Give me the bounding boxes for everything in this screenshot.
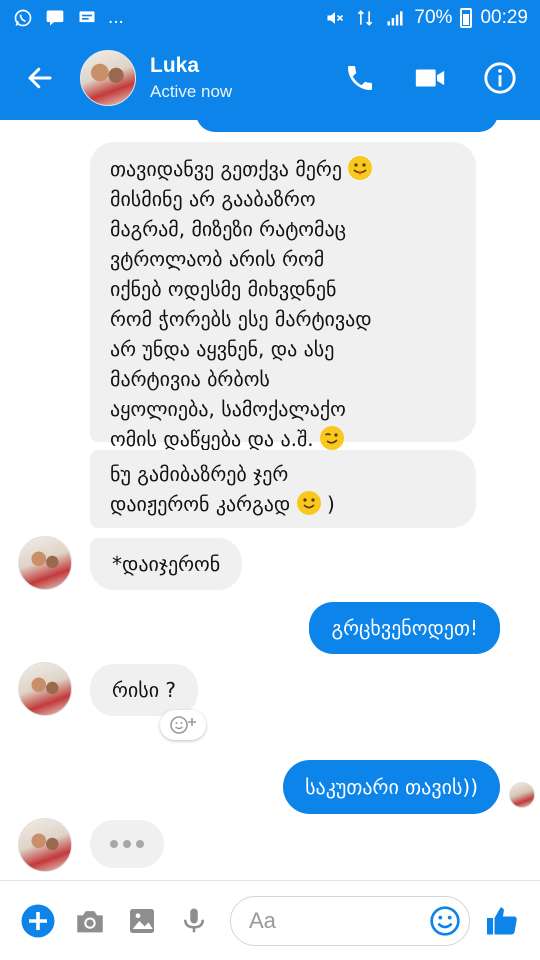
add-reaction-icon <box>170 716 196 734</box>
call-button[interactable] <box>340 58 380 98</box>
typing-dot <box>110 840 118 848</box>
image-icon <box>130 908 154 933</box>
message-tail-text: ) <box>326 492 335 516</box>
data-icon <box>358 10 373 26</box>
message-line: ვტროლაობ არის რომ <box>110 247 325 271</box>
video-call-button[interactable] <box>410 58 450 98</box>
smiley-icon <box>430 905 460 936</box>
message-bubble-incoming[interactable]: რისი ? <box>90 664 199 716</box>
thumbs-up-icon <box>487 907 517 934</box>
message-bubble-incoming[interactable]: ნუ გამიბაზრებ ჯერ დაიჟერონ კარგად ) <box>90 450 476 528</box>
microphone-icon <box>184 908 204 932</box>
notification-dots: ... <box>108 7 124 28</box>
gallery-button[interactable] <box>116 895 168 947</box>
seen-receipt-avatar <box>509 782 535 808</box>
clock: 00:29 <box>480 7 528 28</box>
whatsapp-icon <box>14 9 32 27</box>
arrow-back-icon <box>28 67 52 89</box>
mute-icon <box>327 12 344 24</box>
message-text: რისი ? <box>112 678 177 702</box>
contact-name: Luka <box>150 54 200 77</box>
message-bubble-outgoing-partial[interactable] <box>196 120 498 132</box>
message-input[interactable] <box>249 907 429 934</box>
battery-icon <box>460 8 473 28</box>
message-text: საკუთარი თავის)) <box>305 775 478 799</box>
message-bubble-outgoing[interactable]: გრცხვენოდეთ! <box>309 602 500 654</box>
signal-icon <box>387 11 403 26</box>
like-button[interactable] <box>476 895 528 947</box>
message-line: ომის დაწყება და ა.შ. <box>110 427 314 451</box>
typing-dot <box>136 840 144 848</box>
message-text: *დაიჯერონ <box>112 552 221 576</box>
message-line: დაიჟერონ კარგად <box>110 492 291 516</box>
add-reaction-button[interactable] <box>160 710 206 740</box>
battery-percent: 70% <box>414 7 453 28</box>
phone-icon <box>348 66 372 90</box>
message-line: აყოლიება, სამოქალაქო <box>110 397 346 421</box>
back-button[interactable] <box>0 36 80 120</box>
video-camera-icon <box>415 69 445 87</box>
status-bar: ... 70% 00:29 <box>0 0 540 36</box>
message-line: მარტივია ბრბოს <box>110 367 270 391</box>
message-line: მაგრამ, მიზეზი რატომაც <box>110 217 347 241</box>
message-bubble-incoming[interactable]: *დაიჯერონ <box>90 538 243 590</box>
add-button[interactable] <box>12 895 64 947</box>
contact-avatar[interactable] <box>80 50 136 106</box>
plus-circle-icon <box>21 904 55 937</box>
composer-bar <box>0 880 540 960</box>
message-line: მისმინე არ გააბაზრო <box>110 187 316 211</box>
message-icon <box>46 10 64 26</box>
message-line: იქნებ ოდესმე მიხვდნენ <box>110 277 337 301</box>
message-line: არ უნდა აყვნენ, და ასე <box>110 337 335 361</box>
info-button[interactable] <box>480 58 520 98</box>
contact-avatar-small[interactable] <box>18 662 72 716</box>
message-text: გრცხვენოდეთ! <box>331 616 478 640</box>
message-input-box[interactable] <box>230 895 470 946</box>
tongue-smiley-icon <box>348 156 373 180</box>
camera-button[interactable] <box>64 895 116 947</box>
message-bubble-incoming[interactable]: თავიდანვე გეთქვა მერე მისმინე არ გააბაზრ… <box>90 142 476 451</box>
emoji-button[interactable] <box>429 903 461 939</box>
wink-smiley-icon <box>320 426 345 450</box>
smile-icon <box>296 491 321 515</box>
typing-indicator <box>90 820 164 868</box>
typing-dot <box>123 840 131 848</box>
voice-button[interactable] <box>168 895 220 947</box>
message-line: რომ ჭორებს ესე მარტივად <box>110 307 372 331</box>
camera-icon <box>77 910 103 932</box>
message-last-line: დაიჟერონ კარგად ) <box>110 489 462 519</box>
message-list[interactable]: თავიდანვე გეთქვა მერე მისმინე არ გააბაზრ… <box>0 120 540 880</box>
contact-status: Active now <box>150 82 233 101</box>
contact-avatar-small[interactable] <box>18 536 72 590</box>
conversation-header: Luka Active now <box>0 36 540 120</box>
chat-icon <box>79 11 95 23</box>
message-line: თავიდანვე გეთქვა მერე <box>110 157 343 181</box>
contact-avatar-small[interactable] <box>18 818 72 872</box>
contact-info[interactable]: Luka Active now <box>150 54 232 102</box>
message-line: ნუ გამიბაზრებ ჯერ <box>110 462 289 486</box>
message-bubble-outgoing[interactable]: საკუთარი თავის)) <box>283 760 500 814</box>
info-icon <box>484 62 516 94</box>
